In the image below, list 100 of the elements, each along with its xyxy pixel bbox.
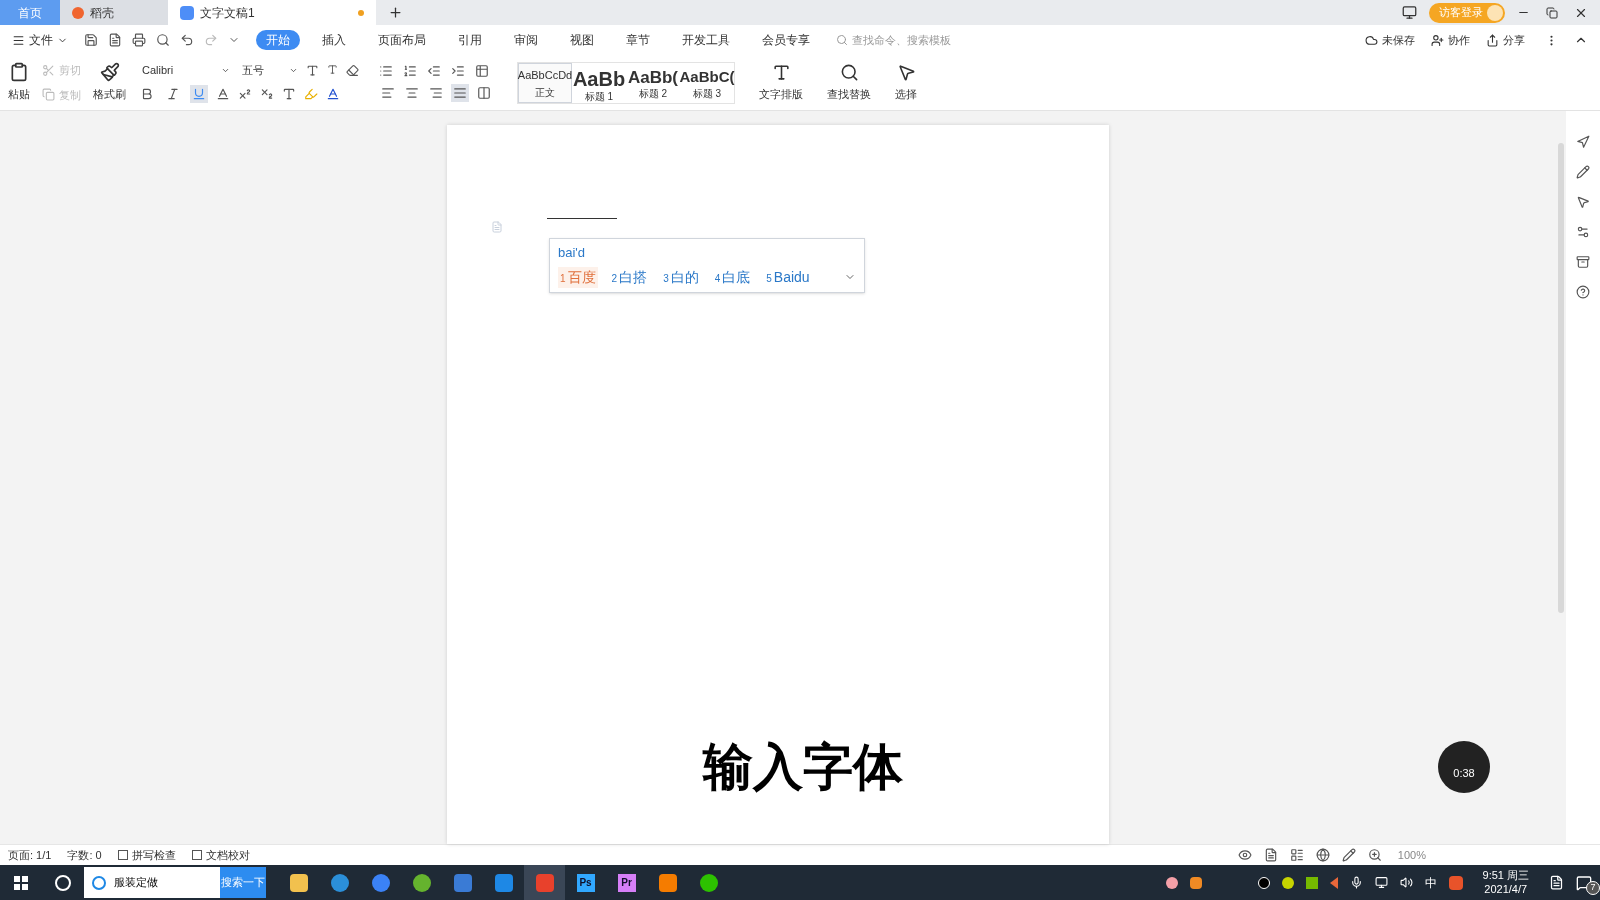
checkbox-icon [117,850,128,860]
ime-input-text: bai'd [558,244,587,262]
ribbon-tab[interactable]: 引用 [448,30,492,50]
notification-icon[interactable] [1576,874,1592,891]
style-option[interactable]: AaBb( 标题 2 [626,62,680,103]
tool-button[interactable]: 选择 [895,62,917,103]
search-field[interactable]: 服装定做 [84,867,220,898]
plus-icon [388,5,403,20]
shrink-font-icon[interactable] [327,64,338,75]
volume-icon[interactable] [1399,876,1413,889]
numbered-list-icon[interactable] [403,63,417,78]
tool-button[interactable]: 文字排版 [759,62,803,103]
pencil-icon[interactable] [1576,165,1590,179]
taskbar-app[interactable]: Ps [565,865,606,900]
eraser-icon[interactable] [346,64,359,77]
scissors-icon [42,63,55,77]
ime-candidate[interactable]: 2 白搭 [609,266,650,288]
pointer-icon[interactable] [1576,135,1590,149]
page-count: 页面: 1/1 [8,847,52,863]
menu-icon [12,33,25,47]
clipboard-icon [9,62,29,83]
undo-icon[interactable] [180,33,194,47]
ime-candidate[interactable]: 4 白底 [712,266,753,288]
font-color-icon[interactable] [326,86,340,101]
ribbon-tab[interactable]: 章节 [616,30,660,50]
windows-icon[interactable] [14,875,28,890]
toolbar-action[interactable]: 分享 [1486,31,1525,49]
ribbon-tab[interactable]: 开发工具 [672,30,740,50]
avatar-icon [1487,4,1503,21]
outline-view-icon[interactable] [1289,848,1304,862]
app-tray-icon[interactable] [1189,876,1202,889]
export-icon[interactable] [108,33,122,47]
document-tab[interactable]: 稻壳 [60,0,168,25]
grow-font-icon[interactable] [306,64,319,77]
font-name-field[interactable]: Calibri [138,62,234,79]
input-mode[interactable]: 中 [1424,873,1437,892]
caret-icon [221,66,230,75]
web-view-icon[interactable] [1315,848,1330,862]
style-option[interactable]: AaBb 标题 1 [572,62,626,103]
proofread-button[interactable]: 文档校对 [191,846,250,864]
document-tab[interactable]: 文字文稿1 [168,0,376,25]
toolbar-action[interactable]: 协作 [1431,31,1470,49]
user-icon [1431,33,1444,47]
ribbon-tab[interactable]: 会员专享 [752,30,820,50]
save-icon[interactable] [84,33,98,47]
ribbon-tab[interactable]: 审阅 [504,30,548,50]
copy-icon [42,88,55,102]
toolbar-action[interactable]: 未保存 [1365,31,1415,49]
superscript-icon[interactable] [238,86,252,101]
subscript-icon[interactable] [260,86,274,101]
underline-button[interactable] [190,84,208,103]
word-count: 字数: 0 [67,847,102,863]
page-view-icon[interactable] [1263,848,1278,862]
align-button[interactable] [451,83,469,102]
style-option[interactable]: AaBbCcDd 正文 [518,62,572,103]
cloud-icon [1365,33,1378,47]
notes-icon[interactable] [1549,875,1564,890]
caret-icon [289,66,298,75]
app-logo: Ps [576,873,595,892]
strikethrough-icon[interactable] [216,86,230,101]
ribbon-tab[interactable]: 页面布局 [368,30,436,50]
network-icon[interactable] [1374,876,1388,889]
taskbar-app[interactable]: Pr [606,865,647,900]
preview-icon[interactable] [156,33,170,47]
text-effect-icon[interactable] [282,86,296,101]
paintbrush-icon [99,62,120,83]
ribbon-tab[interactable]: 插入 [312,30,356,50]
bullet-list-icon[interactable] [379,63,393,78]
spell-check-button[interactable]: 拼写检查 [117,846,176,864]
outdent-icon[interactable] [427,63,441,78]
select-icon [896,62,916,82]
format-painter-button[interactable]: 格式刷 [93,62,126,103]
find-icon [839,62,859,82]
sliders-icon[interactable] [1576,225,1590,239]
ime-candidate[interactable]: 5 Baidu [764,266,812,288]
share-icon [1486,33,1499,47]
indent-icon[interactable] [451,63,465,78]
paste-button[interactable]: 粘贴 [8,62,30,103]
cursor-icon[interactable] [1576,195,1590,209]
microphone-icon[interactable] [1349,876,1363,889]
ribbon-tab[interactable]: 视图 [560,30,604,50]
table-icon[interactable] [475,63,489,78]
help-icon[interactable] [1576,285,1590,299]
font-size-field[interactable]: 五号 [238,62,302,79]
clock[interactable]: 9:51 周三 2021/4/7 [1474,868,1537,897]
ime-candidate[interactable]: 3 白的 [661,266,701,288]
file-menu[interactable]: 文件 [12,31,68,49]
pen-icon[interactable] [1341,848,1356,862]
fit-icon[interactable] [1367,848,1382,862]
archive-icon[interactable] [1576,255,1590,269]
command-search[interactable]: 查找命令、搜索模板 [836,31,972,49]
eye-icon[interactable] [1237,848,1252,862]
app-logo: Pr [617,873,636,892]
text-underline [547,218,617,219]
zoom-level[interactable]: 100% [1397,846,1426,864]
video-timer: 0:38 [1438,741,1490,793]
tool-button[interactable]: 查找替换 [827,62,871,103]
restore-icon[interactable] [1546,6,1558,19]
print-icon[interactable] [132,33,146,47]
style-option[interactable]: AaBbC( 标题 3 [680,62,734,103]
